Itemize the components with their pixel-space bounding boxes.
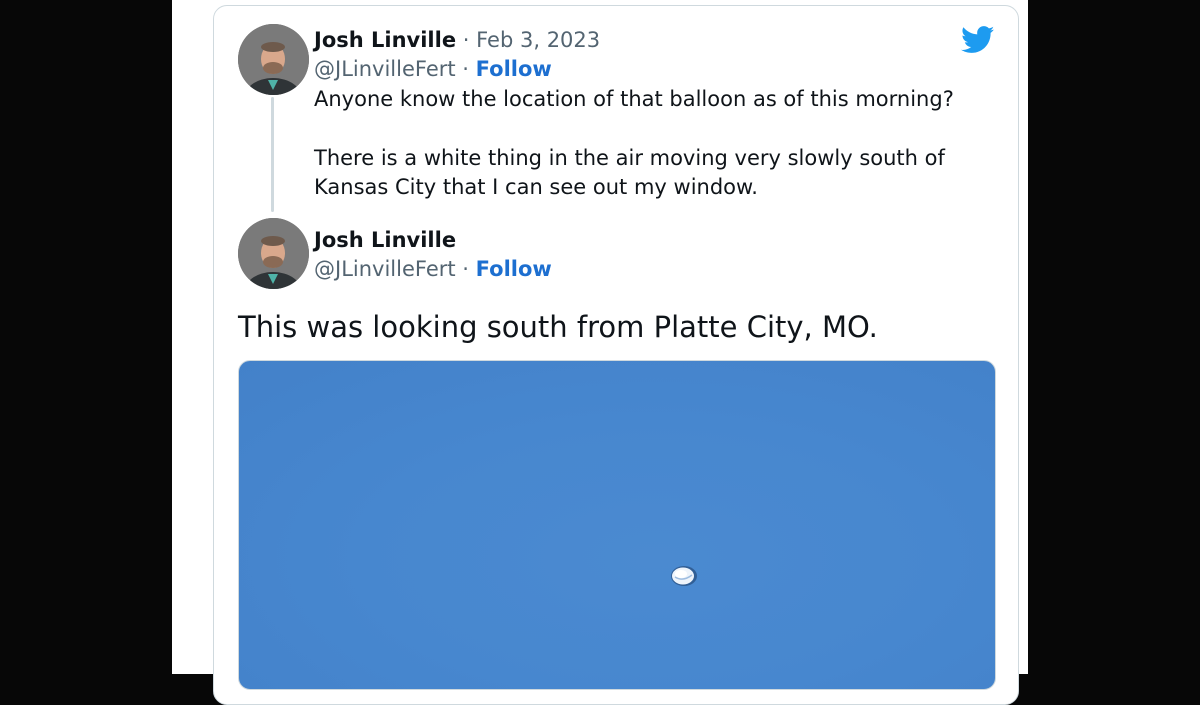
tweet-photo[interactable] [238,360,996,690]
thread-connector [271,97,274,212]
follow-button[interactable]: Follow [476,57,552,81]
author-name[interactable]: Josh Linville [314,28,456,52]
tweet2-header: Josh Linville [314,226,456,254]
tweet2-text: This was looking south from Platte City,… [238,310,878,344]
profile-photo [238,24,309,95]
tweet-date[interactable]: Feb 3, 2023 [476,28,600,52]
separator: · [462,257,469,281]
author-handle[interactable]: @JLinvilleFert [314,57,456,81]
separator: · [462,28,470,52]
tweet1-handle-row: @JLinvilleFert · Follow [314,55,552,83]
separator: · [462,57,469,81]
author-handle[interactable]: @JLinvilleFert [314,257,456,281]
avatar[interactable] [238,218,309,289]
tweet1-header: Josh Linville · Feb 3, 2023 [314,26,600,54]
tweet1-text-line2: There is a white thing in the air moving… [314,146,945,199]
tweet1-text-line1: Anyone know the location of that balloon… [314,87,954,111]
follow-button[interactable]: Follow [476,257,552,281]
twitter-bird-icon[interactable] [961,26,995,58]
avatar[interactable] [238,24,309,95]
profile-photo [238,218,309,289]
tweet2-handle-row: @JLinvilleFert · Follow [314,255,552,283]
author-name[interactable]: Josh Linville [314,228,456,252]
balloon-object [671,566,697,586]
